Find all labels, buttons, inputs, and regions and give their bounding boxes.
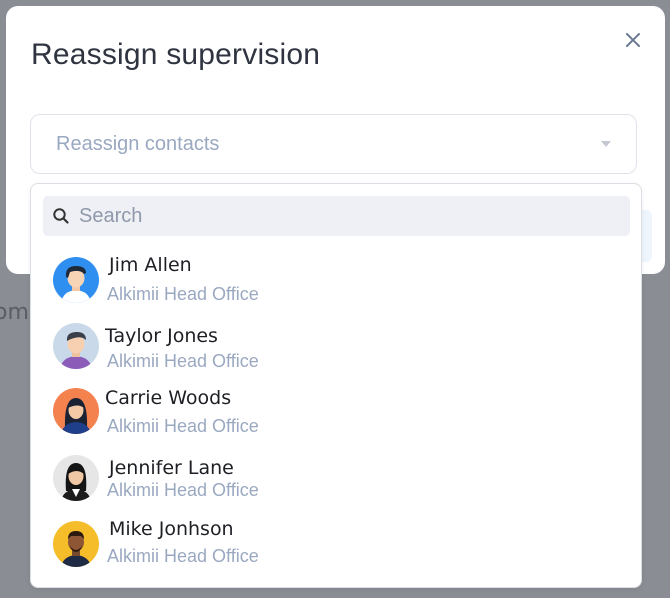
avatar [53, 388, 99, 434]
close-icon [626, 33, 640, 47]
caret-down-icon [601, 141, 611, 147]
avatar [53, 323, 99, 369]
contacts-dropdown: Jim Allen Alkimii Head Office Taylor Jon… [30, 183, 642, 588]
search-icon [53, 208, 69, 224]
list-item[interactable]: Mike Jonhson Alkimii Head Office [31, 514, 641, 576]
item-office: Alkimii Head Office [107, 351, 259, 371]
item-office: Alkimii Head Office [107, 416, 259, 436]
search-input[interactable] [79, 196, 619, 236]
reassign-contacts-select[interactable]: Reassign contacts [30, 114, 637, 174]
avatar [53, 257, 99, 303]
close-button[interactable] [621, 28, 645, 52]
modal-title: Reassign supervision [31, 38, 321, 71]
item-office: Alkimii Head Office [107, 480, 259, 500]
item-office: Alkimii Head Office [107, 284, 259, 304]
item-name: Taylor Jones [105, 325, 218, 347]
item-name: Jennifer Lane [109, 457, 234, 479]
select-placeholder: Reassign contacts [56, 133, 220, 155]
avatar [53, 521, 99, 567]
list-item[interactable]: Carrie Woods Alkimii Head Office [31, 382, 641, 444]
item-name: Carrie Woods [105, 387, 232, 409]
list-item[interactable]: Taylor Jones Alkimii Head Office [31, 319, 641, 381]
item-name: Mike Jonhson [109, 518, 234, 540]
list-item[interactable]: Jennifer Lane Alkimii Head Office [31, 450, 641, 512]
list-item[interactable]: Jim Allen Alkimii Head Office [31, 250, 641, 312]
search-box [43, 196, 630, 236]
avatar [53, 455, 99, 501]
backdrop-text-fragment: om [0, 300, 29, 325]
item-office: Alkimii Head Office [107, 546, 259, 566]
item-name: Jim Allen [109, 254, 192, 276]
